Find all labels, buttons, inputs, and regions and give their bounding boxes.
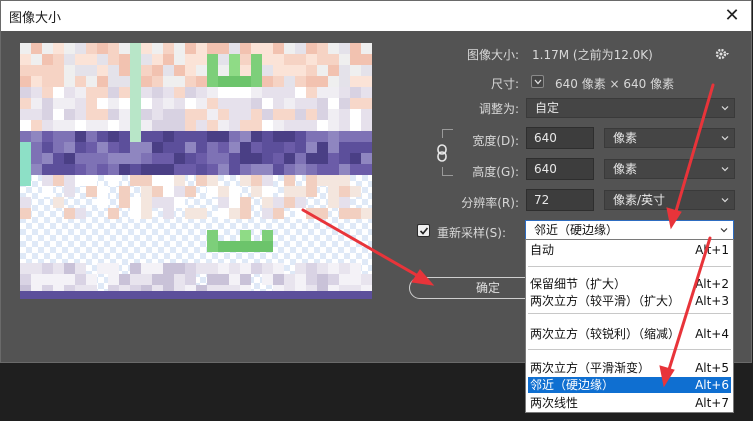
chain-link-icon[interactable] [435, 144, 449, 162]
option-bicubic-sharper[interactable]: 两次立方（较锐利）（缩减） Alt+4 [528, 326, 731, 342]
gear-icon[interactable] [714, 46, 730, 62]
title-bar[interactable]: 图像大小 ✕ [1, 1, 751, 31]
preview-pixel-art [20, 43, 372, 299]
option-label: 两次线性 [530, 396, 579, 410]
option-label: 两次立方（较平滑）（扩大） [530, 294, 681, 308]
resolution-input[interactable]: 72 [526, 189, 594, 211]
dimensions-toggle[interactable] [531, 75, 544, 88]
option-separator [528, 349, 731, 350]
fit-to-value: 自定 [535, 101, 560, 115]
option-label: 两次立方（较锐利）（缩减） [530, 327, 681, 341]
dimensions-label: 尺寸: [490, 77, 519, 91]
chevron-down-icon [720, 228, 728, 233]
option-label: 保留细节（扩大） [530, 277, 627, 291]
fit-to-select[interactable]: 自定 [526, 98, 735, 118]
option-shortcut: Alt+7 [695, 396, 729, 410]
option-label: 两次立方（平滑渐变） [530, 361, 651, 375]
option-shortcut: Alt+1 [695, 243, 729, 257]
chevron-down-icon [721, 136, 729, 141]
option-preserve-details[interactable]: 保留细节（扩大） Alt+2 [528, 276, 731, 292]
option-bicubic-smooth-gradients[interactable]: 两次立方（平滑渐变） Alt+5 [528, 360, 731, 376]
chevron-down-icon [721, 198, 729, 203]
resolution-label: 分辨率(R): [461, 196, 519, 210]
resample-selected-value: 邻近（硬边缘） [534, 223, 619, 237]
option-bicubic-smoother[interactable]: 两次立方（较平滑）（扩大） Alt+3 [528, 293, 731, 309]
resample-select[interactable]: 邻近（硬边缘） [525, 220, 734, 240]
option-bilinear[interactable]: 两次线性 Alt+7 [528, 395, 731, 411]
chevron-down-icon [721, 106, 729, 111]
image-size-value: 1.17M (之前为12.0K) [532, 48, 653, 62]
option-separator [528, 266, 731, 267]
width-input[interactable]: 640 [526, 127, 594, 149]
option-shortcut: Alt+6 [695, 378, 729, 392]
height-input[interactable]: 640 [526, 158, 594, 180]
fit-to-label: 调整为: [478, 102, 519, 116]
width-label: 宽度(D): [472, 134, 519, 148]
height-unit-select[interactable]: 像素 [604, 159, 735, 179]
width-unit-value: 像素 [613, 131, 638, 145]
resample-dropdown: 自动 Alt+1 保留细节（扩大） Alt+2 两次立方（较平滑）（扩大） Al… [525, 239, 734, 413]
resample-checkbox[interactable] [417, 224, 430, 237]
chevron-down-icon [534, 79, 542, 85]
option-separator [528, 313, 731, 314]
close-icon[interactable]: ✕ [721, 5, 743, 27]
height-unit-value: 像素 [613, 162, 638, 176]
option-shortcut: Alt+3 [695, 294, 729, 308]
option-label: 自动 [530, 243, 555, 257]
option-nearest-neighbor[interactable]: 邻近（硬边缘） Alt+6 [528, 377, 731, 393]
chevron-down-icon [721, 167, 729, 172]
image-size-label: 图像大小: [466, 48, 519, 62]
option-shortcut: Alt+2 [695, 277, 729, 291]
resolution-unit-value: 像素/英寸 [613, 193, 666, 207]
width-unit-select[interactable]: 像素 [604, 128, 735, 148]
dimensions-value: 640 像素 × 640 像素 [555, 77, 675, 91]
option-auto[interactable]: 自动 Alt+1 [528, 242, 731, 258]
height-label: 高度(G): [472, 165, 519, 179]
image-preview[interactable] [20, 43, 372, 299]
option-shortcut: Alt+5 [695, 361, 729, 375]
option-label: 邻近（硬边缘） [530, 378, 615, 392]
checkmark-icon [419, 227, 429, 235]
dialog-title: 图像大小 [9, 11, 62, 26]
resample-label: 重新采样(S): [437, 226, 507, 240]
option-shortcut: Alt+4 [695, 327, 729, 341]
resolution-unit-select[interactable]: 像素/英寸 [604, 190, 735, 210]
